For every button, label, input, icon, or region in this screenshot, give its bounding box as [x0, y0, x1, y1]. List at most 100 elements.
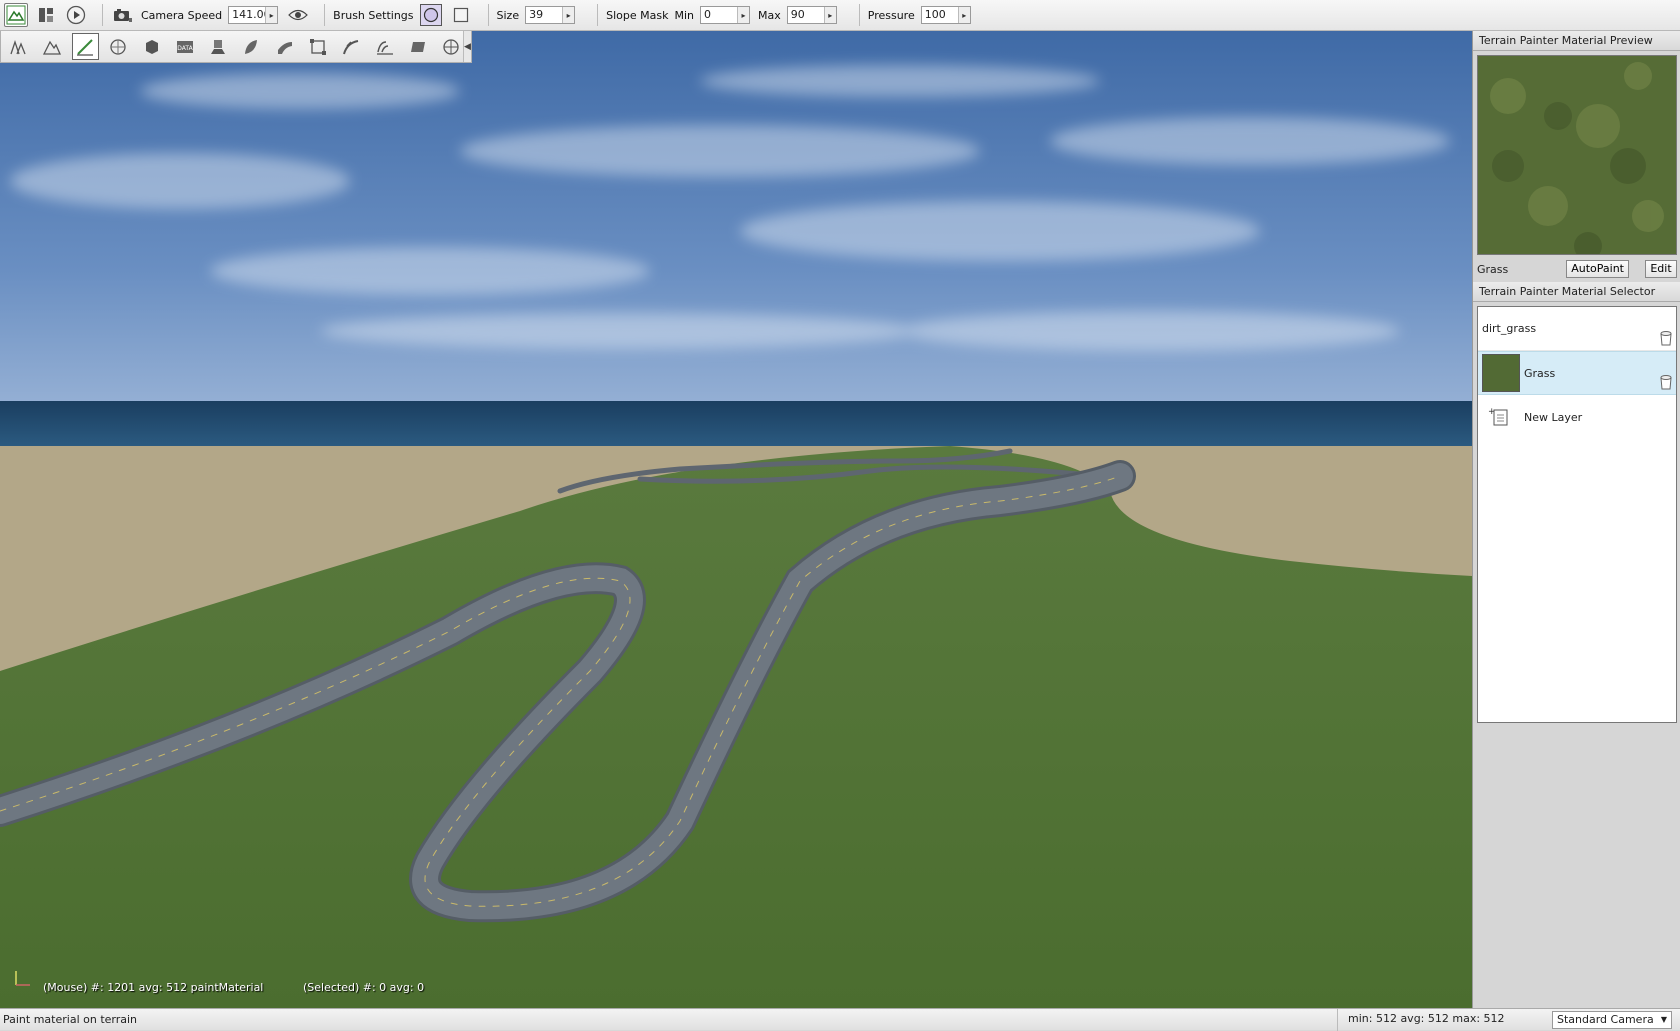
material-editor-tool[interactable] — [105, 33, 132, 60]
river-icon — [343, 39, 359, 54]
material-preview-controls: Grass AutoPaint Edit — [1473, 258, 1680, 280]
river-tool[interactable] — [338, 33, 365, 60]
size-field[interactable]: 39 ▸ — [525, 6, 576, 24]
pressure-label: Pressure — [867, 8, 915, 22]
object-select-tool[interactable] — [5, 33, 32, 60]
datablock-icon: DATA — [176, 40, 194, 53]
mesh-road-tool[interactable] — [271, 33, 298, 60]
status-bar: Paint material on terrain min: 512 avg: … — [0, 1008, 1680, 1031]
decal-icon — [211, 39, 226, 54]
slope-max-field[interactable]: 90 ▸ — [786, 6, 837, 24]
circle-brush-icon — [423, 7, 438, 23]
camera-speed-label: Camera Speed — [141, 8, 223, 22]
new-layer-icon: + — [1488, 407, 1508, 426]
toolbar-divider — [487, 4, 489, 26]
preview-material-name: Grass — [1477, 262, 1509, 276]
size-label: Size — [496, 8, 520, 22]
play-icon — [66, 5, 86, 25]
palette-collapse-icon[interactable]: ◀ — [463, 31, 471, 62]
camera-mode-select[interactable]: Standard Camera ▼ — [1552, 1010, 1672, 1029]
toolbar-divider — [102, 4, 103, 26]
camera-button[interactable] — [111, 3, 135, 27]
slope-min-arrow-icon[interactable]: ▸ — [737, 7, 749, 23]
visibility-button[interactable] — [286, 3, 310, 27]
toolbar-divider — [324, 4, 326, 26]
toolbar-divider — [858, 4, 860, 26]
new-layer-item[interactable]: + New Layer — [1478, 395, 1676, 439]
convex-editor-tool[interactable] — [305, 33, 332, 60]
material-item-grass[interactable]: Grass — [1478, 351, 1676, 395]
gui-editor-icon — [39, 8, 53, 22]
material-editor-icon — [110, 38, 126, 55]
delete-icon[interactable] — [1660, 374, 1672, 390]
convex-editor-icon — [310, 38, 327, 55]
material-selector-header: Terrain Painter Material Selector — [1473, 282, 1680, 302]
edit-button[interactable]: Edit — [1645, 260, 1677, 278]
play-button[interactable] — [64, 3, 88, 27]
navmesh-icon — [410, 41, 425, 52]
chevron-down-icon: ▼ — [1660, 1015, 1668, 1024]
size-arrow-icon[interactable]: ▸ — [562, 7, 575, 23]
camera-speed-value[interactable]: 141.00 — [229, 7, 265, 23]
main-toolbar: Camera Speed 141.00 ▸ Brush Settings Siz… — [0, 0, 1680, 31]
material-item-dirt-grass[interactable]: dirt_grass — [1478, 307, 1676, 351]
terrain-paint-tool[interactable] — [71, 33, 99, 60]
camera-speed-arrow-icon[interactable]: ▸ — [265, 7, 278, 23]
slope-max-arrow-icon[interactable]: ▸ — [823, 7, 836, 23]
road-tool[interactable] — [371, 33, 398, 60]
material-item-label: Grass — [1524, 366, 1556, 380]
slope-min-field[interactable]: 0 ▸ — [700, 6, 750, 24]
3d-viewport[interactable]: (Mouse) #: 1201 avg: 512 paintMaterial (… — [0, 31, 1472, 1008]
selected-info-text: (Selected) #: 0 avg: 0 — [303, 981, 425, 994]
status-stats: min: 512 avg: 512 max: 512 — [1337, 1008, 1544, 1031]
status-message: Paint material on terrain — [3, 1013, 138, 1026]
new-layer-label: New Layer — [1524, 410, 1583, 424]
terrain-paint-icon — [77, 38, 94, 56]
particle-tool[interactable] — [438, 33, 465, 60]
axis-gizmo-icon — [15, 971, 30, 986]
datablock-tool[interactable]: DATA — [171, 33, 198, 60]
brush-settings-label: Brush Settings — [333, 8, 414, 22]
terrain-scene[interactable] — [0, 31, 1472, 1008]
delete-icon[interactable] — [1660, 330, 1672, 346]
material-list: dirt_grass Grass + New Layer — [1477, 306, 1677, 723]
svg-text:DATA: DATA — [177, 45, 193, 52]
slope-min-value[interactable]: 0 — [701, 7, 737, 23]
visibility-icon — [288, 9, 309, 21]
world-editor-button[interactable] — [4, 3, 28, 27]
camera-icon — [114, 9, 132, 22]
slope-max-value[interactable]: 90 — [788, 7, 824, 23]
camera-mode-value: Standard Camera — [1557, 1013, 1654, 1026]
pressure-value[interactable]: 100 — [922, 7, 958, 23]
forest-tool[interactable] — [238, 33, 265, 60]
navmesh-tool[interactable] — [404, 33, 431, 60]
particle-icon — [443, 38, 459, 55]
autopaint-button[interactable]: AutoPaint — [1566, 260, 1629, 278]
material-preview-image — [1477, 55, 1677, 255]
square-brush-button[interactable] — [450, 4, 472, 26]
slope-max-label: Max — [758, 8, 781, 22]
sketch-tool[interactable] — [138, 33, 165, 60]
pressure-field[interactable]: 100 ▸ — [920, 6, 971, 24]
decal-tool[interactable] — [205, 33, 232, 60]
square-brush-icon — [453, 7, 468, 23]
size-value[interactable]: 39 — [526, 7, 562, 23]
gui-editor-button[interactable] — [34, 3, 58, 27]
grass-thumbnail — [1482, 354, 1520, 392]
pressure-arrow-icon[interactable]: ▸ — [957, 7, 970, 23]
road-icon — [376, 40, 393, 55]
sketch-icon — [145, 39, 158, 54]
toolbar-divider — [597, 4, 599, 26]
tool-palette: DATA ◀ — [0, 31, 472, 63]
slope-mask-label: Slope Mask — [606, 8, 669, 22]
terrain-edit-icon — [42, 40, 61, 55]
circle-brush-button[interactable] — [419, 4, 442, 26]
camera-speed-field[interactable]: 141.00 ▸ — [228, 6, 279, 24]
terrain-edit-tool[interactable] — [38, 33, 65, 60]
material-preview-header: Terrain Painter Material Preview — [1473, 31, 1680, 51]
world-editor-icon — [6, 5, 26, 25]
right-panel: Terrain Painter Material Preview Grass A… — [1472, 31, 1680, 1008]
mesh-road-icon — [277, 41, 292, 54]
forest-icon — [245, 39, 258, 54]
mouse-info-text: (Mouse) #: 1201 avg: 512 paintMaterial — [43, 981, 264, 994]
